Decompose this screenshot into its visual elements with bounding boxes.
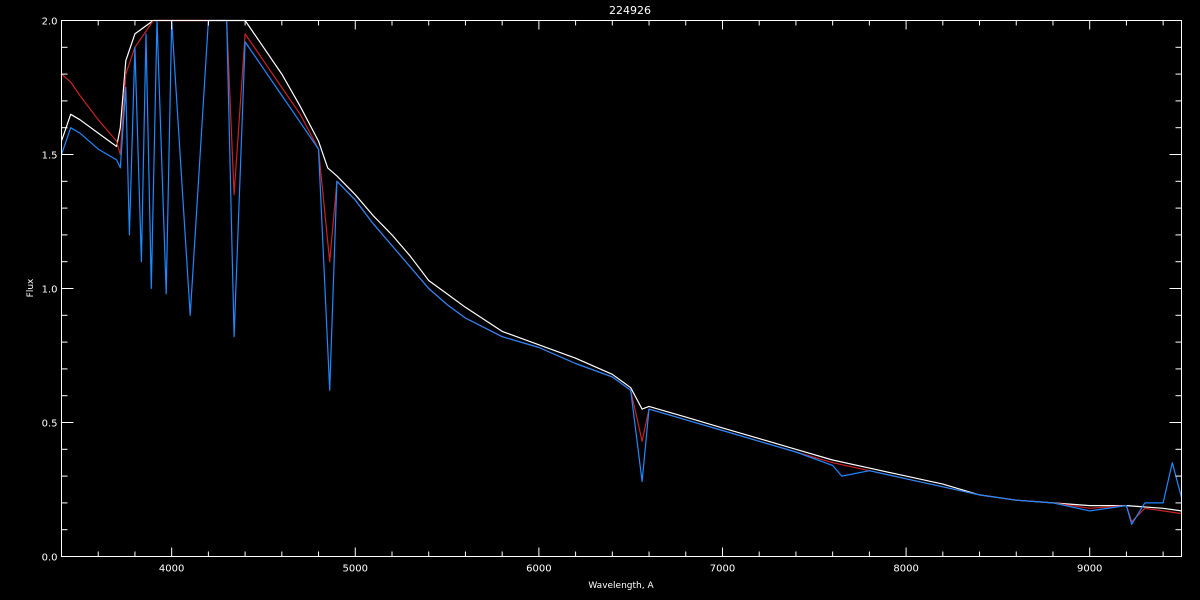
x-tick-label: 9000: [1077, 564, 1102, 575]
plot-frame: [61, 20, 1182, 557]
chart-title: 224926: [609, 4, 651, 17]
y-tick-label: 1.0: [42, 285, 58, 296]
ticks-layer: 4000 5000 6000 7000 8000 9000 0.0 0.5 1.0 1.5 2.0: [42, 17, 1182, 575]
chart-canvas: 224926 4000 5000 6000 7000 8000 9000 0.0 0.5 1.0…: [26, 4, 1183, 591]
x-tick-label: 6000: [526, 564, 551, 575]
x-axis-label: Wavelength, A: [588, 581, 654, 591]
spectrum-chart: 224926 4000 5000 6000 7000 8000 9000 0.0 0.5 1.0…: [0, 0, 1200, 600]
x-tick-label: 8000: [893, 564, 918, 575]
x-tick-label: 4000: [159, 564, 184, 575]
y-tick-label: 2.0: [42, 17, 58, 28]
series-layer: [60, 19, 1183, 525]
y-tick-label: 1.5: [42, 151, 58, 162]
y-tick-label: 0.5: [42, 419, 58, 430]
y-axis-label: Flux: [26, 278, 36, 297]
x-tick-label: 5000: [343, 564, 368, 575]
series-line-1: [61, 19, 1182, 523]
x-tick-label: 7000: [710, 564, 735, 575]
y-tick-label: 0.0: [42, 553, 58, 564]
